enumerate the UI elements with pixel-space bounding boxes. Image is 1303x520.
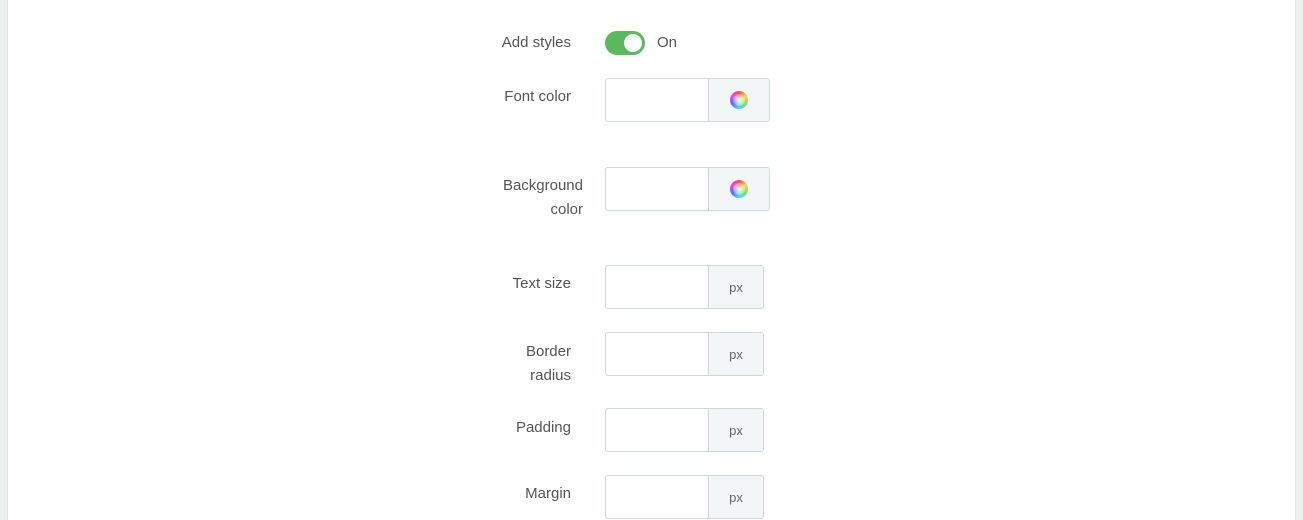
font-color-picker-button[interactable]	[708, 79, 769, 121]
text-size-input[interactable]	[606, 266, 708, 308]
background-color-label: Background color	[473, 174, 583, 222]
font-color-label: Font color	[504, 88, 571, 105]
background-color-picker-button[interactable]	[708, 168, 769, 210]
font-color-field	[605, 78, 770, 122]
margin-label: Margin	[525, 485, 571, 502]
background-color-label-line1: Background	[502, 177, 583, 194]
style-settings-panel: Add styles On Font color Background colo…	[0, 0, 1303, 520]
left-panel-edge	[0, 0, 8, 520]
add-styles-toggle[interactable]	[605, 31, 645, 55]
background-color-label-line2: color	[550, 201, 583, 218]
border-radius-field: px	[605, 332, 764, 376]
padding-field: px	[605, 408, 764, 452]
padding-label: Padding	[515, 419, 571, 436]
border-radius-label-line1: Border	[525, 343, 571, 360]
background-color-field	[605, 167, 770, 211]
add-styles-label: Add styles	[501, 34, 571, 51]
margin-field: px	[605, 475, 764, 519]
border-radius-unit: px	[708, 333, 763, 375]
text-size-unit: px	[708, 266, 763, 308]
padding-unit: px	[708, 409, 763, 451]
background-color-input[interactable]	[606, 168, 708, 210]
toggle-knob	[624, 34, 642, 52]
text-size-field: px	[605, 265, 764, 309]
add-styles-state-label: On	[657, 34, 678, 51]
right-panel-edge	[1295, 0, 1303, 520]
margin-unit: px	[708, 476, 763, 518]
text-size-label: Text size	[512, 275, 571, 292]
padding-input[interactable]	[606, 409, 708, 451]
color-wheel-icon	[730, 91, 748, 109]
border-radius-input[interactable]	[606, 333, 708, 375]
border-radius-label-line2: radius	[530, 367, 571, 384]
border-radius-label: Border radius	[461, 340, 571, 388]
color-wheel-icon	[730, 180, 748, 198]
font-color-input[interactable]	[606, 79, 708, 121]
margin-input[interactable]	[606, 476, 708, 518]
